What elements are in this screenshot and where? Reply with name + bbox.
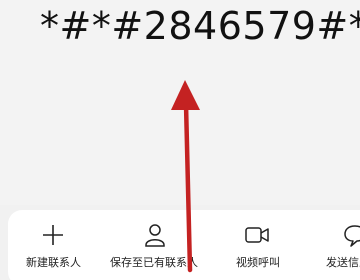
person-icon: [145, 224, 165, 247]
dialer-action-panel: 新建联系人 保存至已有联系人 视频呼叫 发送信息: [8, 210, 360, 280]
send-message-label: 发送信息: [326, 256, 360, 269]
video-call-button[interactable]: 视频呼叫: [226, 210, 290, 280]
new-contact-label: 新建联系人: [26, 256, 81, 269]
save-to-existing-contact-button[interactable]: 保存至已有联系人: [100, 210, 212, 280]
dialer-screen: *#*#2846579#*#* 新建联系人 保存至已有联系人 视频呼叫: [0, 0, 360, 280]
dialed-number[interactable]: *#*#2846579#*#*: [40, 4, 360, 48]
dial-display: *#*#2846579#*#*: [0, 0, 360, 205]
save-to-existing-contact-label: 保存至已有联系人: [110, 256, 198, 269]
new-contact-button[interactable]: 新建联系人: [18, 210, 88, 280]
video-camera-icon: [245, 227, 269, 243]
video-call-label: 视频呼叫: [236, 256, 280, 269]
plus-icon: [43, 225, 63, 245]
message-bubble-icon: [344, 225, 360, 247]
send-message-button[interactable]: 发送信息: [324, 210, 360, 280]
